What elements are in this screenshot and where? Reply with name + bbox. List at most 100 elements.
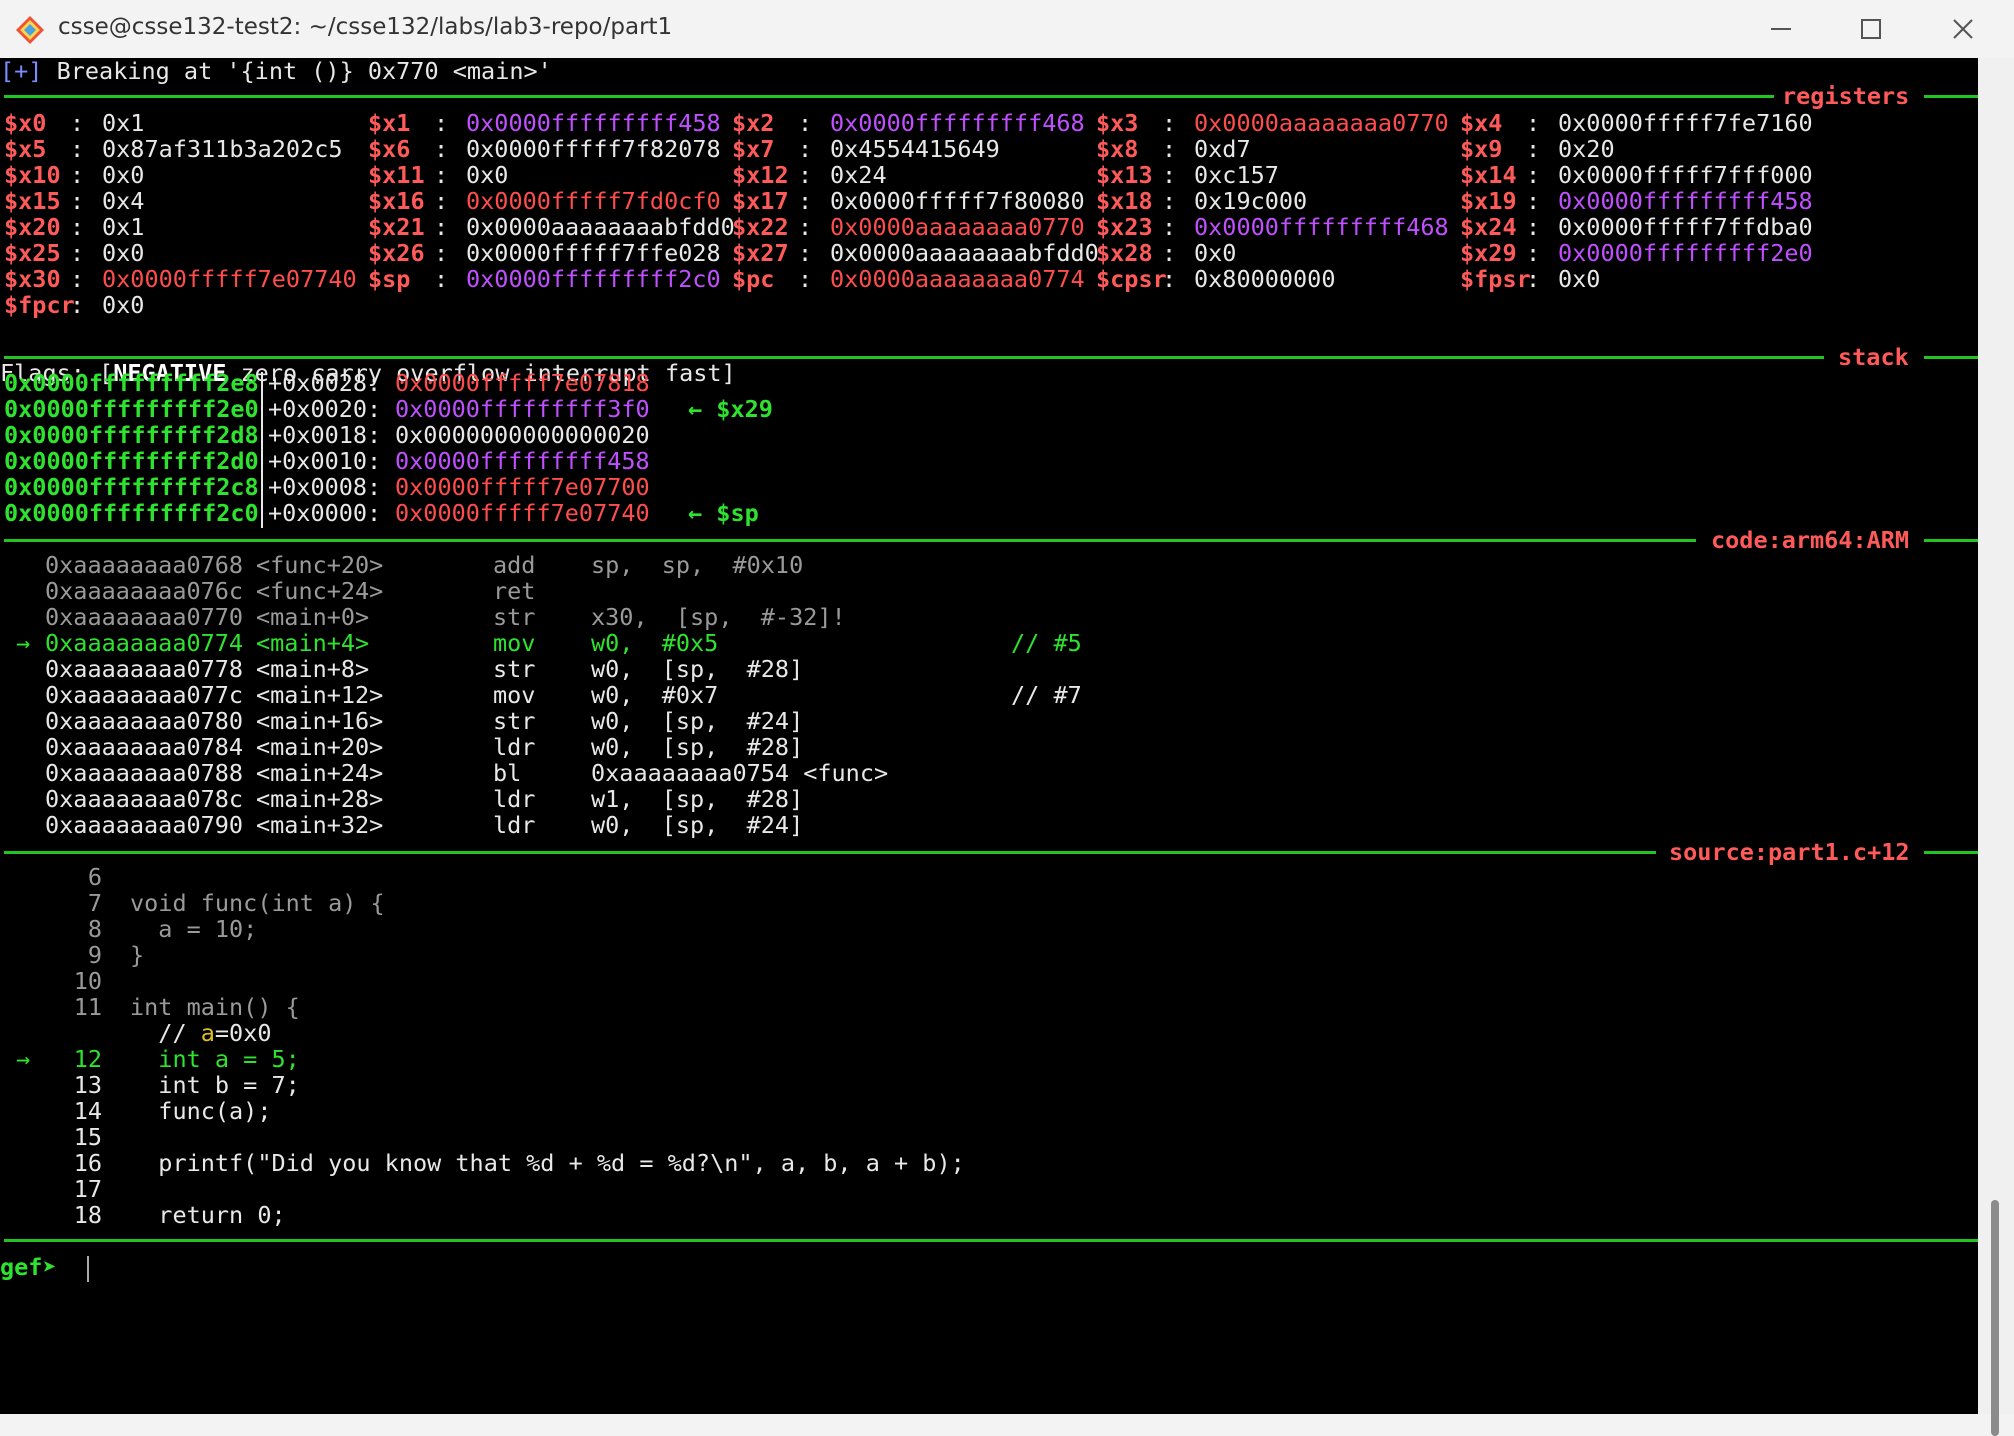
prompt-line[interactable]: gef➤ bbox=[0, 1254, 1978, 1280]
source-line: 17 bbox=[0, 1176, 1978, 1202]
stack-address: 0x0000fffffffff2d8 bbox=[4, 421, 259, 449]
line-number: 10 bbox=[73, 967, 102, 995]
line-number: 11 bbox=[73, 993, 102, 1021]
register-colon: : bbox=[1526, 109, 1541, 137]
instruction-comment: // #5 bbox=[1011, 629, 1082, 657]
source-line: 7 void func(int a) { bbox=[0, 890, 1978, 916]
instruction-mnemonic: bl bbox=[493, 759, 522, 787]
vertical-scrollbar[interactable] bbox=[1978, 58, 2014, 1436]
source-line: 9} bbox=[0, 942, 1978, 968]
source-line: → 12 int a = 5; bbox=[0, 1046, 1978, 1072]
instruction-operands: w0, #0x7 bbox=[591, 681, 719, 709]
source-code: int main() { bbox=[130, 993, 300, 1021]
code-line: → 0xaaaaaaaa0774 <main+4> mov w0, #0x5 // #5 bbox=[0, 630, 1978, 656]
register-name: $fpsr bbox=[1460, 265, 1531, 293]
source-line: 14 func(a); bbox=[0, 1098, 1978, 1124]
stack-register-pointer: ← $x29 bbox=[688, 395, 773, 423]
register-name: $x14 bbox=[1460, 161, 1517, 189]
code-line: 0xaaaaaaaa076c <func+24> ret bbox=[0, 578, 1978, 604]
register-value: 0x0 bbox=[1194, 239, 1237, 267]
instruction-symbol: <main+24> bbox=[256, 759, 384, 787]
register-value: 0x0000fffff7e07740 bbox=[102, 265, 357, 293]
maximize-button[interactable] bbox=[1826, 0, 1916, 58]
source-code: } bbox=[130, 941, 145, 969]
register-value: 0x4554415649 bbox=[830, 135, 1000, 163]
instruction-operands: w0, [sp, #24] bbox=[591, 811, 804, 839]
register-value: 0x24 bbox=[830, 161, 887, 189]
register-colon: : bbox=[1162, 213, 1177, 241]
info-prefix: [+] bbox=[0, 58, 43, 85]
stack-divider bbox=[261, 372, 263, 528]
instruction-symbol: <func+24> bbox=[256, 577, 384, 605]
register-value: 0x0000fffffffff458 bbox=[466, 109, 721, 137]
source-line: 8 a = 10; bbox=[0, 916, 1978, 942]
register-value: 0x0000aaaaaaaabfdd0 bbox=[466, 213, 735, 241]
variable-name: a bbox=[200, 1019, 215, 1047]
instruction-mnemonic: ldr bbox=[493, 811, 536, 839]
code-line: 0xaaaaaaaa0778 <main+8> str w0, [sp, #28] bbox=[0, 656, 1978, 682]
source-line: 6 bbox=[0, 864, 1978, 890]
title-bar[interactable]: csse@csse132-test2: ~/csse132/labs/lab3-… bbox=[0, 0, 2014, 59]
register-colon: : bbox=[434, 187, 449, 215]
register-value: 0x0000aaaaaaaabfdd0 bbox=[830, 239, 1099, 267]
register-colon: : bbox=[70, 265, 85, 293]
register-value: 0x0 bbox=[102, 239, 145, 267]
instruction-comment: // #7 bbox=[1011, 681, 1082, 709]
register-name: $x26 bbox=[368, 239, 425, 267]
register-colon: : bbox=[798, 213, 813, 241]
register-colon: : bbox=[1526, 135, 1541, 163]
register-name: $sp bbox=[368, 265, 411, 293]
stack-address: 0x0000fffffffff2e8 bbox=[4, 369, 259, 397]
instruction-operands: w0, [sp, #28] bbox=[591, 655, 804, 683]
close-icon bbox=[1953, 19, 1973, 39]
register-colon: : bbox=[798, 239, 813, 267]
source-code: int a = 5; bbox=[130, 1045, 300, 1073]
scrollbar-thumb[interactable] bbox=[1991, 1200, 1999, 1436]
instruction-mnemonic: str bbox=[493, 655, 536, 683]
instruction-symbol: <func+20> bbox=[256, 551, 384, 579]
register-name: $x2 bbox=[732, 109, 775, 137]
instruction-operands: w0, [sp, #24] bbox=[591, 707, 804, 735]
register-name: $x16 bbox=[368, 187, 425, 215]
register-colon: : bbox=[434, 135, 449, 163]
register-value: 0x1 bbox=[102, 213, 145, 241]
register-value: 0x0000fffff7ffdba0 bbox=[1558, 213, 1813, 241]
register-colon: : bbox=[1162, 161, 1177, 189]
register-value: 0x0000fffff7f82078 bbox=[466, 135, 721, 163]
minimize-icon bbox=[1771, 28, 1791, 30]
register-colon: : bbox=[70, 161, 85, 189]
instruction-operands: w0, #0x5 bbox=[591, 629, 719, 657]
line-number: 15 bbox=[73, 1123, 102, 1151]
source-code: printf("Did you know that %d + %d = %d?\… bbox=[130, 1149, 965, 1177]
minimize-button[interactable] bbox=[1736, 0, 1826, 58]
source-label: source:part1.c+12 bbox=[1669, 838, 1910, 866]
stack-value: 0x0000fffff7e07700 bbox=[395, 473, 650, 501]
instruction-symbol: <main+8> bbox=[256, 655, 370, 683]
source-line: 16 printf("Did you know that %d + %d = %… bbox=[0, 1150, 1978, 1176]
window-title: csse@csse132-test2: ~/csse132/labs/lab3-… bbox=[58, 14, 673, 40]
register-name: $x22 bbox=[732, 213, 789, 241]
stack-address: 0x0000fffffffff2c8 bbox=[4, 473, 259, 501]
stack-value: 0x0000000000000020 bbox=[395, 421, 650, 449]
register-name: $x24 bbox=[1460, 213, 1517, 241]
code-line: 0xaaaaaaaa0768 <func+20> add sp, sp, #0x10 bbox=[0, 552, 1978, 578]
stack-address: 0x0000fffffffff2d0 bbox=[4, 447, 259, 475]
register-name: $x18 bbox=[1096, 187, 1153, 215]
register-value: 0x0000fffff7f80080 bbox=[830, 187, 1085, 215]
register-colon: : bbox=[1162, 135, 1177, 163]
code-line: 0xaaaaaaaa0790 <main+32> ldr w0, [sp, #24] bbox=[0, 812, 1978, 838]
stack-offset: +0x0018: bbox=[268, 421, 382, 449]
register-value: 0x0000fffff7fe7160 bbox=[1558, 109, 1813, 137]
register-name: $x28 bbox=[1096, 239, 1153, 267]
register-colon: : bbox=[70, 239, 85, 267]
register-colon: : bbox=[1526, 213, 1541, 241]
line-number: 16 bbox=[73, 1149, 102, 1177]
stack-offset: +0x0000: bbox=[268, 499, 382, 527]
register-colon: : bbox=[798, 135, 813, 163]
register-colon: : bbox=[70, 213, 85, 241]
line-number: 18 bbox=[73, 1201, 102, 1229]
terminal-output[interactable]: [+] Breaking at '{int ()} 0x770 <main>' … bbox=[0, 58, 1978, 1414]
code-separator bbox=[4, 539, 1696, 542]
close-button[interactable] bbox=[1918, 0, 2008, 58]
source-code: return 0; bbox=[130, 1201, 286, 1229]
